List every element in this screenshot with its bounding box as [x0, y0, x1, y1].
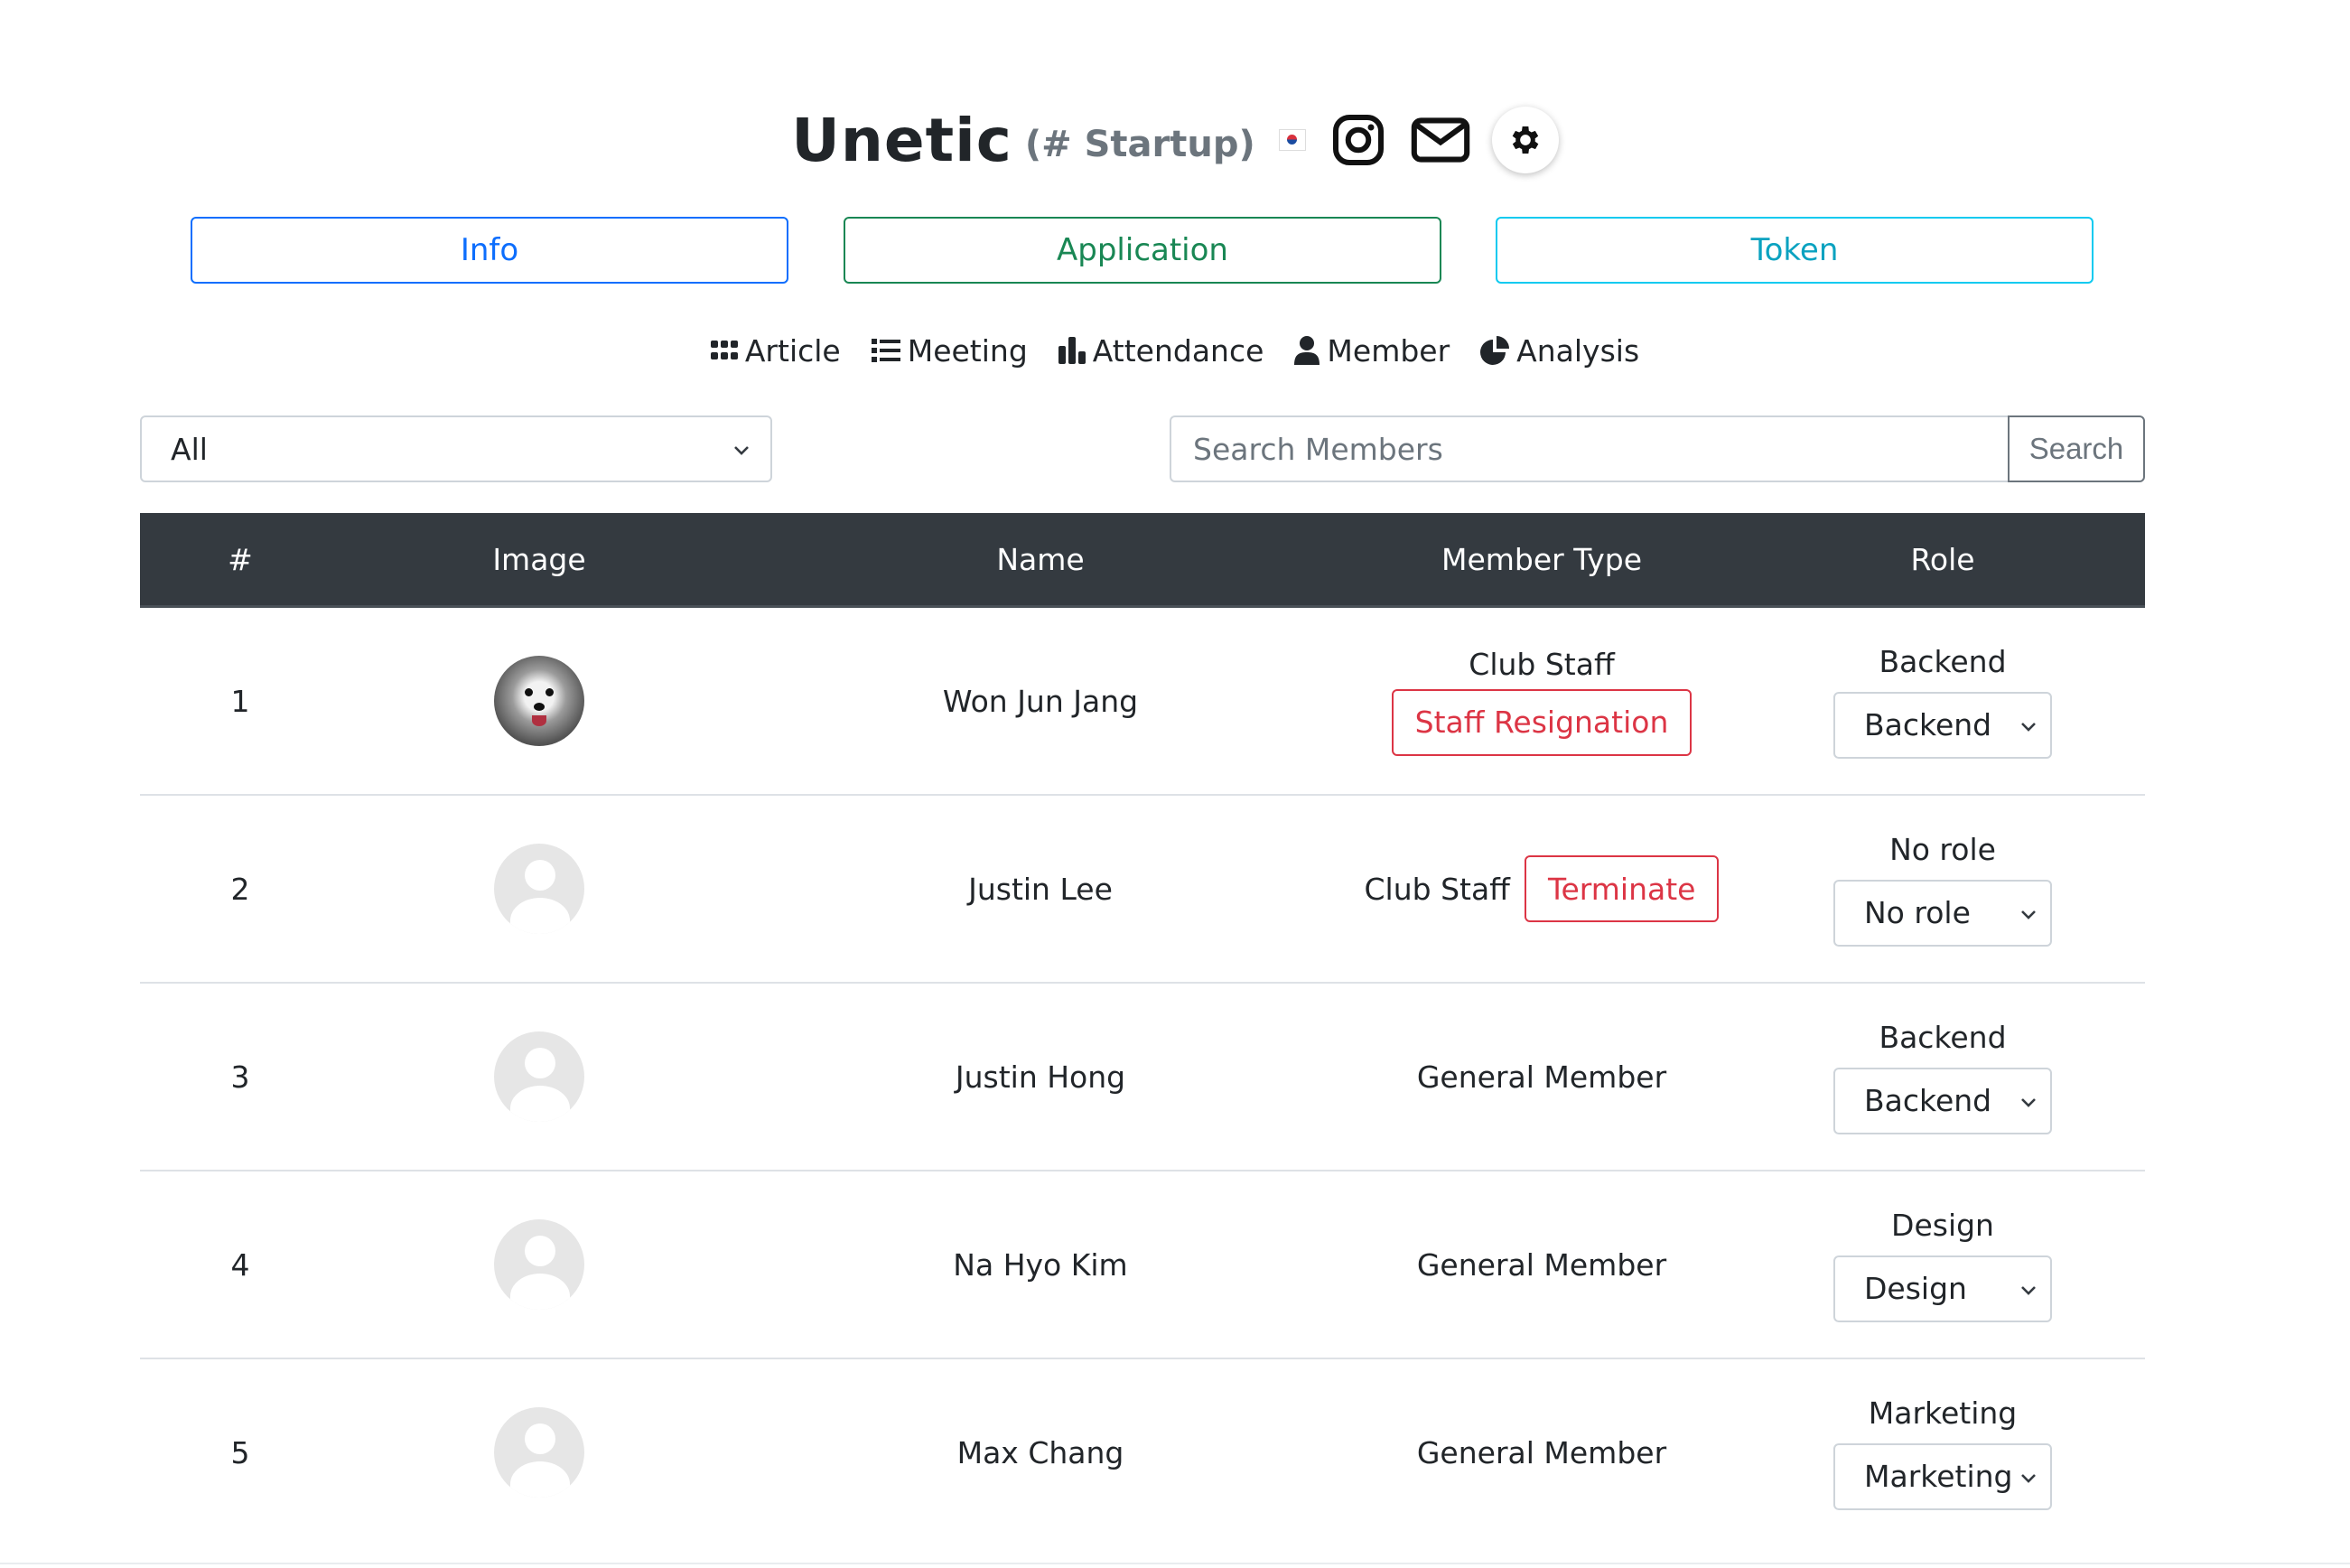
member-type: Club Staff [1469, 646, 1615, 682]
section-nav: Article Meeting Attendance Member Analys… [0, 325, 2350, 376]
nav-member[interactable]: Member [1294, 333, 1450, 369]
header-member-type: Member Type [1441, 541, 1643, 577]
pie-chart-icon [1480, 336, 1510, 365]
header-number: # [228, 541, 253, 577]
table-header: # Image Name Member Type Role [140, 513, 2145, 608]
divider [0, 1563, 2350, 1564]
role-label: Backend [1879, 643, 2007, 679]
filter-value: All [171, 431, 208, 467]
role-select[interactable]: Backend [1833, 1067, 2052, 1134]
member-filter-select[interactable]: All [140, 415, 772, 482]
member-type: General Member [1416, 1059, 1667, 1095]
avatar [494, 844, 584, 934]
role-select[interactable]: Backend [1833, 691, 2052, 759]
role-select-value: Design [1864, 1271, 1967, 1306]
avatar [494, 656, 584, 746]
mail-icon[interactable] [1411, 117, 1470, 163]
terminate-button[interactable]: Terminate [1524, 855, 1720, 922]
table-row: 1 Won Jun Jang Club Staff Staff Resignat… [140, 608, 2145, 796]
nav-analysis[interactable]: Analysis [1480, 333, 1639, 369]
table-row: 3 Justin Hong General Member Backend Bac… [140, 984, 2145, 1171]
token-button[interactable]: Token [1496, 217, 2094, 284]
members-table: # Image Name Member Type Role 1 Won Jun … [140, 513, 2145, 1545]
chevron-down-icon [2021, 910, 2036, 919]
nav-member-label: Member [1327, 332, 1450, 369]
chevron-down-icon [2021, 722, 2036, 732]
chevron-down-icon [2021, 1473, 2036, 1483]
role-label: No role [1889, 831, 1996, 867]
chevron-down-icon [2021, 1285, 2036, 1295]
role-select-value: Backend [1864, 1083, 1992, 1118]
role-select-value: No role [1864, 895, 1971, 930]
table-row: 5 Max Chang General Member Marketing Mar… [140, 1359, 2145, 1545]
role-select[interactable]: Design [1833, 1255, 2052, 1322]
grid-icon [710, 341, 738, 359]
search-placeholder: Search Members [1193, 431, 1443, 467]
row-number: 1 [230, 683, 250, 719]
table-row: 4 Na Hyo Kim General Member Design Desig… [140, 1171, 2145, 1359]
list-icon [871, 339, 900, 362]
nav-article[interactable]: Article [710, 332, 841, 369]
nav-article-label: Article [744, 332, 841, 369]
avatar [494, 1219, 584, 1310]
application-button[interactable]: Application [844, 217, 1441, 284]
row-number: 5 [230, 1434, 250, 1470]
member-name: Justin Hong [955, 1059, 1126, 1095]
korea-flag-icon [1278, 129, 1306, 151]
header-role: Role [1910, 541, 1975, 577]
staff-resignation-button[interactable]: Staff Resignation [1391, 688, 1693, 756]
header-name: Name [996, 541, 1085, 577]
search-input[interactable]: Search Members [1170, 415, 2010, 482]
info-button[interactable]: Info [191, 217, 788, 284]
row-number: 3 [230, 1059, 250, 1095]
role-label: Marketing [1868, 1395, 2018, 1431]
avatar [494, 1407, 584, 1498]
nav-attendance-label: Attendance [1092, 332, 1264, 369]
settings-button[interactable] [1491, 107, 1559, 173]
nav-analysis-label: Analysis [1516, 332, 1640, 369]
row-number: 4 [230, 1246, 250, 1283]
page-header: Unetic (# Startup) [0, 95, 2350, 185]
nav-attendance[interactable]: Attendance [1058, 333, 1264, 369]
chevron-down-icon [734, 446, 749, 455]
gear-icon [1512, 126, 1539, 154]
avatar [494, 1031, 584, 1122]
chevron-down-icon [2021, 1097, 2036, 1107]
instagram-icon[interactable] [1331, 113, 1385, 167]
role-select-value: Marketing [1864, 1459, 2013, 1494]
role-label: Backend [1879, 1019, 2007, 1055]
person-icon [1294, 336, 1320, 365]
bar-chart-icon [1058, 337, 1086, 364]
nav-meeting[interactable]: Meeting [871, 332, 1028, 369]
member-type: General Member [1416, 1434, 1667, 1470]
member-name: Na Hyo Kim [953, 1246, 1128, 1283]
member-type: Club Staff [1364, 871, 1510, 907]
row-number: 2 [230, 871, 250, 907]
member-type: General Member [1416, 1246, 1667, 1283]
role-select[interactable]: Marketing [1833, 1442, 2052, 1510]
club-category: (# Startup) [1024, 124, 1255, 165]
header-image: Image [492, 541, 586, 577]
member-name: Max Chang [956, 1434, 1124, 1470]
role-select-value: Backend [1864, 707, 1992, 742]
table-row: 2 Justin Lee Club Staff Terminate No rol… [140, 796, 2145, 984]
role-select[interactable]: No role [1833, 879, 2052, 947]
member-name: Won Jun Jang [942, 683, 1139, 719]
search-button[interactable]: Search [2008, 415, 2145, 482]
club-name: Unetic [791, 105, 1012, 175]
role-label: Design [1891, 1207, 1994, 1243]
nav-meeting-label: Meeting [907, 332, 1028, 369]
member-name: Justin Lee [968, 871, 1113, 907]
